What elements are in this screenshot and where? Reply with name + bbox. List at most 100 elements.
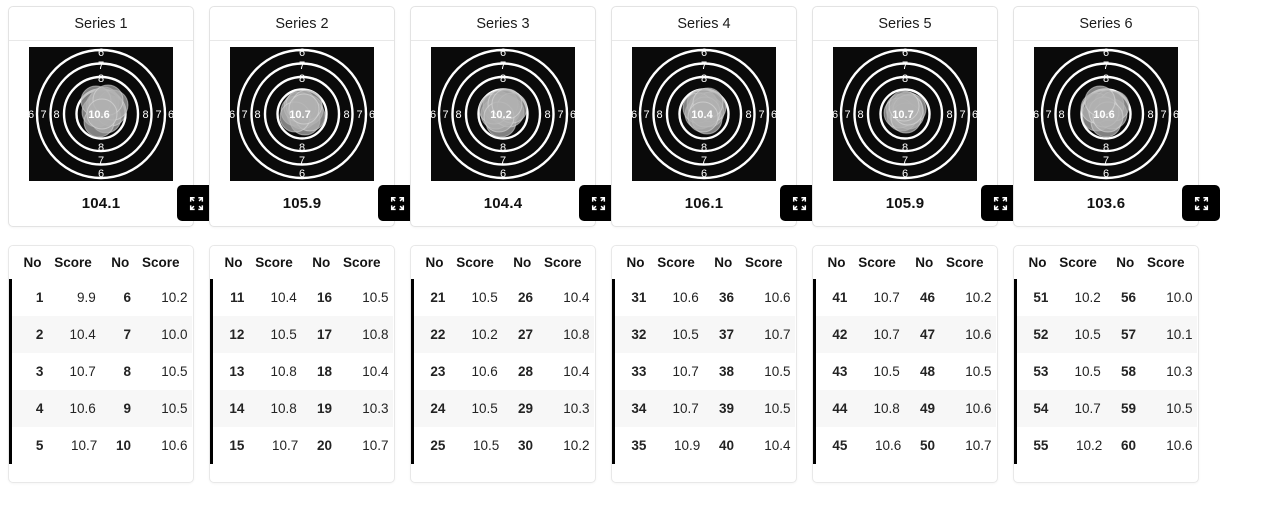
ring-number: 6 — [701, 168, 707, 180]
shot-number-2: 16 — [302, 279, 336, 316]
shot-score: 10.4 — [47, 316, 102, 353]
shot-score-2: 10.5 — [135, 390, 192, 427]
shot-number: 33 — [612, 353, 651, 390]
shot-score-2: 10.2 — [939, 279, 996, 316]
ring-number: 7 — [155, 109, 161, 121]
scores-table: No Score No Score 1 9.9 6 10.2 2 10.4 7 10.0 3 10.7 8 1… — [9, 246, 193, 464]
shot-number-2: 39 — [704, 390, 738, 427]
table-row[interactable]: 13 10.8 18 10.4 — [210, 353, 393, 390]
shot-number: 53 — [1014, 353, 1053, 390]
table-row[interactable]: 41 10.7 46 10.2 — [813, 279, 996, 316]
series-column: Series 1 6 6 6 6 7 7 7 7 8 8 8 8 10.6 104.1 No Score No Sc… — [8, 6, 215, 483]
shot-number-2: 6 — [101, 279, 135, 316]
shot-number: 42 — [813, 316, 852, 353]
ring-number: 8 — [701, 73, 707, 85]
shot-number-2: 17 — [302, 316, 336, 353]
table-row[interactable]: 51 10.2 56 10.0 — [1014, 279, 1197, 316]
table-header-row: No Score No Score — [613, 246, 795, 279]
column-header-score: Score — [248, 246, 303, 279]
ring-number: 7 — [241, 109, 247, 121]
shot-number-2: 47 — [905, 316, 939, 353]
table-row[interactable]: 3 10.7 8 10.5 — [9, 353, 192, 390]
best-shot-label: 10.2 — [490, 109, 511, 121]
ring-number: 8 — [254, 109, 260, 121]
target-area: 6 6 6 6 7 7 7 7 8 8 8 8 10.4 — [612, 41, 796, 181]
target-face[interactable]: 666 6777 7888 810.4 — [632, 47, 776, 181]
shot-score: 10.2 — [1052, 427, 1107, 464]
expand-arrows-icon — [189, 196, 204, 211]
shot-number: 25 — [411, 427, 450, 464]
ring-number: 6 — [1103, 47, 1109, 59]
shot-score-2: 10.7 — [939, 427, 996, 464]
column-header-score-2: Score — [939, 246, 996, 279]
ring-number: 7 — [557, 109, 563, 121]
scores-table-card: No Score No Score 21 10.5 26 10.4 22 10.2 27 10.8 23… — [410, 245, 596, 483]
shot-score-2: 10.5 — [336, 279, 393, 316]
table-row[interactable]: 43 10.5 48 10.5 — [813, 353, 996, 390]
series-total: 103.6 — [1086, 195, 1126, 212]
table-row[interactable]: 34 10.7 39 10.5 — [612, 390, 795, 427]
table-row[interactable]: 2 10.4 7 10.0 — [9, 316, 192, 353]
target-face[interactable]: 666 6777 7888 810.2 — [431, 47, 575, 181]
table-row[interactable]: 42 10.7 47 10.6 — [813, 316, 996, 353]
table-row[interactable]: 24 10.5 29 10.3 — [411, 390, 594, 427]
column-header-score: Score — [449, 246, 504, 279]
table-row[interactable]: 25 10.5 30 10.2 — [411, 427, 594, 464]
target-face[interactable]: 666 6777 7888 810.7 — [230, 47, 374, 181]
shot-score-2: 10.5 — [738, 390, 795, 427]
ring-number: 8 — [299, 73, 305, 85]
target-face[interactable]: 666 6777 7888 810.6 — [29, 47, 173, 181]
table-row[interactable]: 15 10.7 20 10.7 — [210, 427, 393, 464]
best-shot-label: 10.6 — [88, 109, 109, 121]
column-header-score: Score — [1052, 246, 1107, 279]
shot-number-2: 37 — [704, 316, 738, 353]
table-row[interactable]: 31 10.6 36 10.6 — [612, 279, 795, 316]
shot-score: 10.6 — [851, 427, 906, 464]
shot-score: 10.8 — [248, 353, 303, 390]
shot-score-2: 10.8 — [336, 316, 393, 353]
series-footer: 106.1 — [612, 181, 818, 226]
shot-number-2: 56 — [1106, 279, 1140, 316]
ring-number: 8 — [53, 109, 59, 121]
table-row[interactable]: 1 9.9 6 10.2 — [9, 279, 192, 316]
table-row[interactable]: 22 10.2 27 10.8 — [411, 316, 594, 353]
table-row[interactable]: 32 10.5 37 10.7 — [612, 316, 795, 353]
ring-number: 7 — [98, 155, 104, 167]
shot-score-2: 10.6 — [939, 316, 996, 353]
table-row[interactable]: 12 10.5 17 10.8 — [210, 316, 393, 353]
series-results-page: Series 1 6 6 6 6 7 7 7 7 8 8 8 8 10.6 104.1 No Score No Sc… — [0, 0, 1279, 514]
shot-number: 35 — [612, 427, 651, 464]
shot-number: 43 — [813, 353, 852, 390]
target-face[interactable]: 666 6777 7888 810.6 — [1034, 47, 1178, 181]
table-row[interactable]: 23 10.6 28 10.4 — [411, 353, 594, 390]
ring-number: 6 — [771, 109, 776, 121]
table-row[interactable]: 14 10.8 19 10.3 — [210, 390, 393, 427]
table-row[interactable]: 53 10.5 58 10.3 — [1014, 353, 1197, 390]
shot-number: 2 — [9, 316, 48, 353]
shot-number: 13 — [210, 353, 249, 390]
table-row[interactable]: 45 10.6 50 10.7 — [813, 427, 996, 464]
ring-number: 8 — [701, 142, 707, 154]
shot-number-2: 19 — [302, 390, 336, 427]
shot-number: 22 — [411, 316, 450, 353]
table-row[interactable]: 4 10.6 9 10.5 — [9, 390, 192, 427]
table-row[interactable]: 5 10.7 10 10.6 — [9, 427, 192, 464]
table-row[interactable]: 54 10.7 59 10.5 — [1014, 390, 1197, 427]
table-row[interactable]: 52 10.5 57 10.1 — [1014, 316, 1197, 353]
ring-number: 7 — [701, 60, 707, 72]
table-header-row: No Score No Score — [412, 246, 594, 279]
table-row[interactable]: 11 10.4 16 10.5 — [210, 279, 393, 316]
expand-target-button[interactable] — [1182, 185, 1220, 221]
ring-number: 8 — [902, 142, 908, 154]
shot-score-2: 10.3 — [336, 390, 393, 427]
shot-score-2: 10.7 — [738, 316, 795, 353]
table-row[interactable]: 35 10.9 40 10.4 — [612, 427, 795, 464]
table-row[interactable]: 55 10.2 60 10.6 — [1014, 427, 1197, 464]
ring-number: 8 — [902, 73, 908, 85]
target-face[interactable]: 666 6777 7888 810.7 — [833, 47, 977, 181]
table-row[interactable]: 21 10.5 26 10.4 — [411, 279, 594, 316]
table-row[interactable]: 44 10.8 49 10.6 — [813, 390, 996, 427]
table-row[interactable]: 33 10.7 38 10.5 — [612, 353, 795, 390]
shot-number-2: 50 — [905, 427, 939, 464]
target-wrapper: 6 6 6 6 7 7 7 7 8 8 8 8 10.6 — [29, 47, 173, 181]
